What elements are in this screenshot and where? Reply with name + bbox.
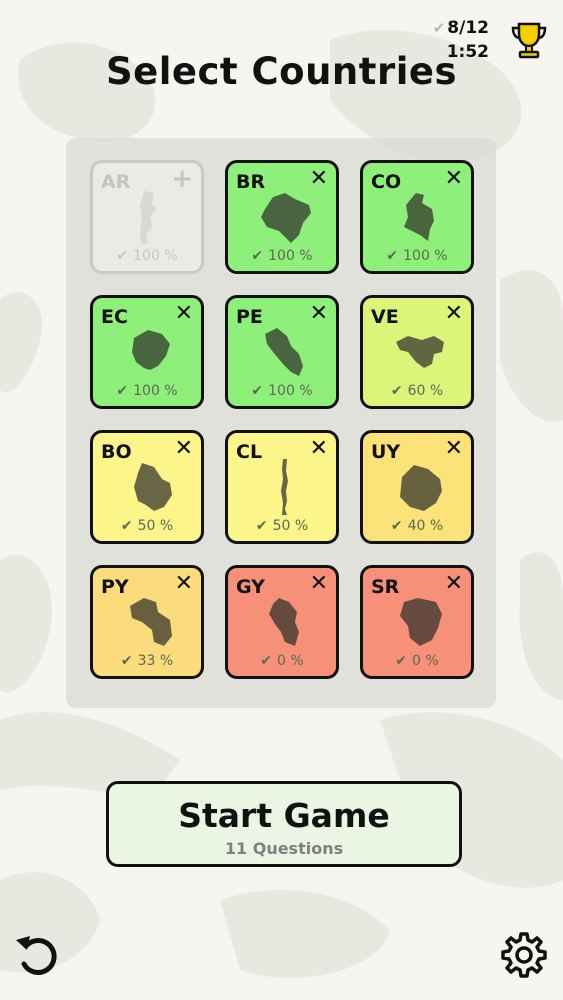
score-percent: ✔ 100 % — [93, 248, 201, 264]
check-icon: ✔ — [116, 248, 129, 264]
percent-value: 100 % — [403, 248, 448, 264]
venezuela-map-icon — [396, 336, 444, 368]
check-icon: ✔ — [390, 383, 403, 399]
country-card-ve[interactable]: VE ✕ ✔ 60 % — [360, 295, 474, 409]
percent-value: 100 % — [133, 248, 178, 264]
percent-value: 100 % — [268, 248, 313, 264]
paraguay-map-icon — [130, 598, 172, 646]
colombia-map-icon — [404, 193, 434, 241]
score-percent: ✔ 0 % — [363, 653, 471, 669]
percent-value: 100 % — [133, 383, 178, 399]
score-text: 8/12 — [447, 18, 489, 38]
country-card-br[interactable]: BR ✕ ✔ 100 % — [225, 160, 339, 274]
percent-value: 0 % — [412, 653, 439, 669]
check-icon: ✔ — [251, 248, 264, 264]
score-percent: ✔ 100 % — [93, 383, 201, 399]
check-icon: ✔ — [251, 383, 264, 399]
peru-map-icon — [265, 328, 303, 376]
percent-value: 100 % — [268, 383, 313, 399]
score-percent: ✔ 100 % — [363, 248, 471, 264]
start-game-button[interactable]: Start Game 11 Questions — [106, 781, 462, 867]
percent-value: 50 % — [137, 518, 174, 534]
gear-icon[interactable] — [499, 930, 549, 980]
percent-value: 50 % — [272, 518, 309, 534]
score-percent: ✔ 50 % — [228, 518, 336, 534]
check-icon: ✔ — [116, 383, 129, 399]
score-percent: ✔ 100 % — [228, 383, 336, 399]
country-card-bo[interactable]: BO ✕ ✔ 50 % — [90, 430, 204, 544]
percent-value: 0 % — [277, 653, 304, 669]
country-card-py[interactable]: PY ✕ ✔ 33 % — [90, 565, 204, 679]
chile-map-icon — [281, 459, 288, 515]
percent-value: 33 % — [137, 653, 174, 669]
undo-icon[interactable] — [12, 930, 62, 980]
score-percent: ✔ 33 % — [93, 653, 201, 669]
country-card-co[interactable]: CO ✕ ✔ 100 % — [360, 160, 474, 274]
country-card-ec[interactable]: EC ✕ ✔ 100 % — [90, 295, 204, 409]
score-percent: ✔ 40 % — [363, 518, 471, 534]
country-card-ar[interactable]: AR + ✔ 100 % — [90, 160, 204, 274]
check-icon: ✔ — [386, 248, 399, 264]
country-card-uy[interactable]: UY ✕ ✔ 40 % — [360, 430, 474, 544]
score-percent: ✔ 50 % — [93, 518, 201, 534]
score-percent: ✔ 0 % — [228, 653, 336, 669]
check-icon: ✔ — [255, 518, 268, 534]
brazil-map-icon — [261, 193, 311, 243]
score-display: ✔ 8/12 — [433, 18, 489, 38]
question-count: 11 Questions — [224, 839, 344, 858]
check-icon: ✔ — [390, 518, 403, 534]
check-icon: ✔ — [432, 19, 446, 37]
check-icon: ✔ — [260, 653, 273, 669]
uruguay-map-icon — [400, 465, 442, 511]
score-percent: ✔ 60 % — [363, 383, 471, 399]
argentina-map-icon — [140, 191, 156, 245]
country-card-pe[interactable]: PE ✕ ✔ 100 % — [225, 295, 339, 409]
start-game-label: Start Game — [178, 796, 390, 835]
ecuador-map-icon — [132, 330, 170, 370]
country-card-gy[interactable]: GY ✕ ✔ 0 % — [225, 565, 339, 679]
check-icon: ✔ — [120, 653, 133, 669]
suriname-map-icon — [400, 598, 442, 646]
score-percent: ✔ 100 % — [228, 248, 336, 264]
check-icon: ✔ — [395, 653, 408, 669]
page-title: Select Countries — [105, 50, 457, 93]
bolivia-map-icon — [134, 463, 172, 511]
guyana-map-icon — [269, 598, 299, 646]
percent-value: 60 % — [407, 383, 444, 399]
country-card-sr[interactable]: SR ✕ ✔ 0 % — [360, 565, 474, 679]
check-icon: ✔ — [120, 518, 133, 534]
percent-value: 40 % — [407, 518, 444, 534]
country-card-cl[interactable]: CL ✕ ✔ 50 % — [225, 430, 339, 544]
